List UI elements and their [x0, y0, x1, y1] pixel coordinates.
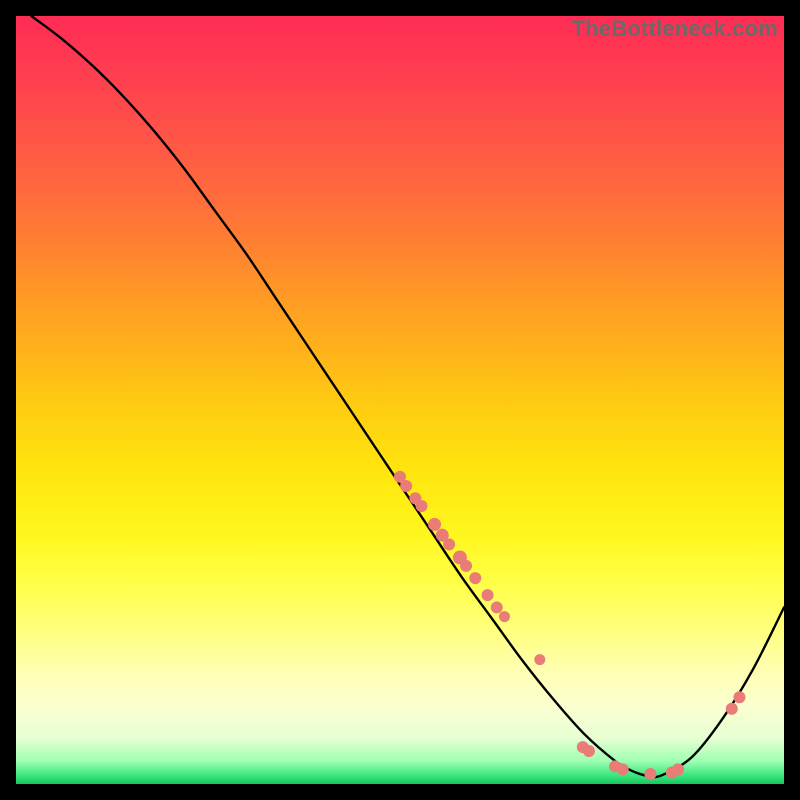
scatter-point	[733, 691, 745, 703]
scatter-points	[394, 471, 745, 780]
scatter-point	[469, 572, 481, 584]
scatter-point	[443, 538, 455, 550]
scatter-point	[460, 560, 472, 572]
scatter-point	[644, 768, 656, 780]
scatter-point	[482, 589, 494, 601]
scatter-point	[672, 763, 684, 775]
scatter-point	[617, 763, 629, 775]
chart-plot-area: TheBottleneck.com	[16, 16, 784, 784]
scatter-point	[499, 611, 510, 622]
scatter-point	[400, 480, 412, 492]
scatter-point	[428, 518, 441, 531]
chart-svg	[16, 16, 784, 784]
watermark-text: TheBottleneck.com	[572, 16, 778, 42]
scatter-point	[726, 703, 738, 715]
scatter-point	[534, 654, 545, 665]
scatter-point	[416, 500, 428, 512]
chart-stage: TheBottleneck.com	[0, 0, 800, 800]
curve-line	[31, 16, 784, 777]
scatter-point	[491, 601, 503, 613]
scatter-point	[583, 745, 595, 757]
